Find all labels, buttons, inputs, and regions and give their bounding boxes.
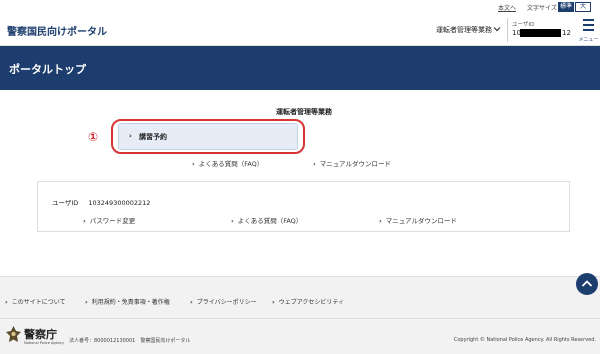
header-divider [507, 18, 508, 42]
business-select[interactable]: 運転者管理等業務 [436, 25, 492, 35]
site-footer: 警察庁 National Police Agency 法人番号：80000121… [0, 318, 600, 354]
footer-link-terms[interactable]: › 利用規約・免責事項・著作権 [85, 297, 170, 306]
skip-to-content-link[interactable]: 本文へ [498, 3, 516, 12]
annotation-marker: ① [88, 130, 99, 144]
utility-bar: 本文へ 文字サイズ 標準 大 [0, 0, 600, 14]
chevron-right-icon: › [313, 160, 316, 168]
chevron-right-icon: › [83, 217, 86, 225]
font-size-large-button[interactable]: 大 [575, 2, 591, 12]
footer-link-privacy[interactable]: › プライバシーポリシー [190, 297, 257, 306]
page-top-button[interactable] [576, 273, 598, 295]
card-faq-link[interactable]: › よくある質問（FAQ） [231, 215, 302, 225]
manual-download-label: マニュアルダウンロード [319, 160, 391, 168]
chevron-right-icon: › [272, 298, 275, 306]
footer-link-privacy-label: プライバシーポリシー [196, 299, 257, 306]
copyright: Copyright © National Police Agency. All … [453, 337, 596, 343]
redaction-mask [520, 29, 561, 37]
card-faq-label: よくある質問（FAQ） [237, 217, 303, 225]
site-logo[interactable]: 警察国民向けポータル [7, 23, 107, 38]
course-reservation-label: 講習予約 [139, 133, 167, 141]
chevron-right-icon: › [5, 298, 8, 306]
page-title: ポータルトップ [9, 63, 86, 76]
password-change-label: パスワード変更 [89, 217, 136, 225]
footer-link-accessibility-label: ウェブアクセシビリティ [278, 299, 345, 306]
header-user-id-suffix: 12 [562, 29, 571, 37]
agency-english-name: National Police Agency [24, 341, 64, 345]
footer-link-accessibility[interactable]: › ウェブアクセシビリティ [272, 297, 344, 306]
chevron-down-icon[interactable] [492, 24, 502, 34]
user-id-label: ユーザID [52, 199, 79, 207]
menu-button[interactable]: メニュー [577, 15, 600, 45]
manual-download-link[interactable]: › マニュアルダウンロード [313, 158, 391, 168]
page-banner: ポータルトップ [0, 46, 600, 90]
chevron-right-icon: › [231, 217, 234, 225]
chevron-right-icon: › [85, 298, 88, 306]
footer-link-about-label: このサイトについて [11, 299, 66, 306]
footer-nav: › このサイトについて › 利用規約・免責事項・著作権 › プライバシーポリシー › ウ… [0, 276, 600, 318]
card-manual-download-link[interactable]: › マニュアルダウンロード [379, 215, 457, 225]
chevron-right-icon: › [192, 160, 195, 168]
police-emblem-icon [6, 326, 21, 342]
chevron-right-icon: › [190, 298, 193, 306]
footer-link-terms-label: 利用規約・免責事項・著作権 [91, 299, 170, 306]
font-size-label: 文字サイズ [527, 5, 557, 12]
password-change-link[interactable]: › パスワード変更 [83, 215, 135, 225]
user-card: ユーザID 103249300002212 › パスワード変更 › よくある質問（F… [37, 181, 570, 232]
course-reservation-button[interactable]: › 講習予約 [118, 123, 298, 150]
font-size-standard-button[interactable]: 標準 [558, 2, 574, 12]
agency-name: 警察庁 [24, 328, 57, 341]
corporate-number: 法人番号：8000012130001 警察国民向けポータル [69, 338, 191, 344]
main-content: 運転者管理等業務 ① › 講習予約 › よくある質問（FAQ） › マニュアルダウン… [0, 90, 600, 276]
menu-label: メニュー [578, 37, 599, 43]
user-id-row: ユーザID 103249300002212 [52, 197, 150, 207]
faq-link[interactable]: › よくある質問（FAQ） [192, 158, 263, 168]
chevron-right-icon: › [379, 217, 382, 225]
chevron-up-icon [581, 280, 593, 287]
card-manual-download-label: マニュアルダウンロード [385, 217, 457, 225]
section-title: 運転者管理等業務 [276, 108, 332, 116]
footer-link-about[interactable]: › このサイトについて [5, 297, 66, 306]
faq-link-label: よくある質問（FAQ） [198, 160, 264, 168]
chevron-right-icon: › [129, 132, 132, 140]
header-user-id-label: ユーザID [512, 22, 535, 28]
site-header: 警察国民向けポータル 運転者管理等業務 ユーザID 10 12 メニュー [0, 14, 600, 46]
user-id-value: 103249300002212 [88, 199, 151, 207]
